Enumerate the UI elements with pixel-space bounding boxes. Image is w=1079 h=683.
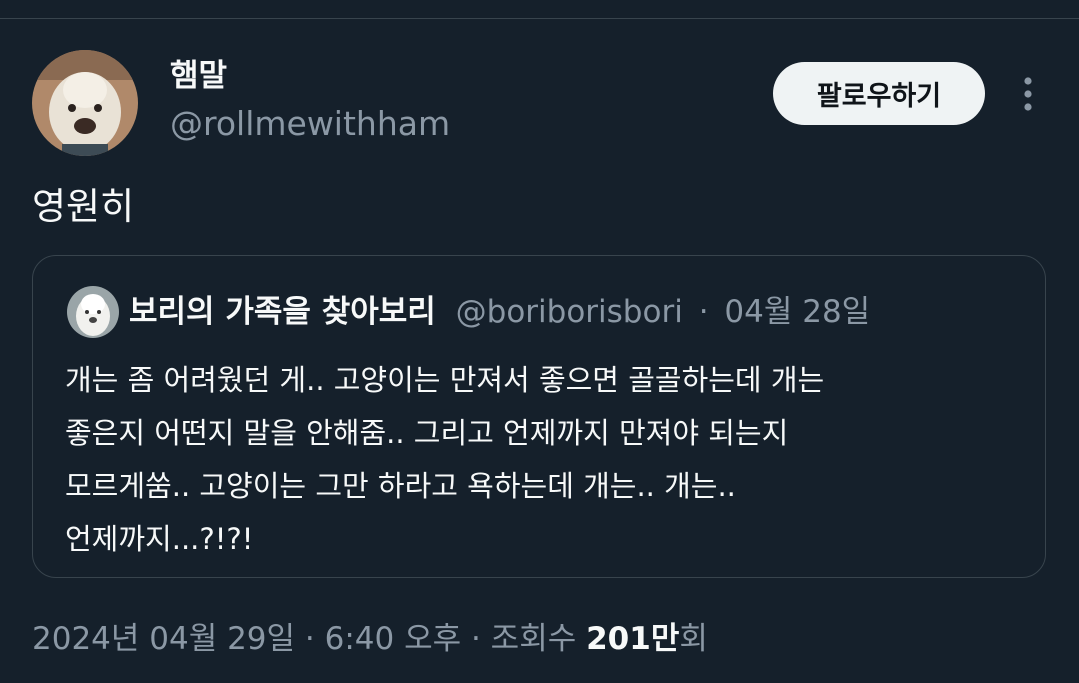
- author-avatar[interactable]: [32, 50, 138, 156]
- quoted-author-avatar[interactable]: [67, 286, 119, 338]
- quoted-tweet-line: 언제까지...?!?!: [65, 522, 254, 556]
- dog-avatar-image: [32, 50, 138, 156]
- quoted-tweet-line: 모르게쑴.. 고양이는 그만 하라고 욕하는데 개는.. 개는..: [65, 469, 736, 503]
- tweet-timestamp[interactable]: 2024년 04월 29일 · 6:40 오후 · 조회수: [32, 621, 586, 657]
- quoted-author-name[interactable]: 보리의 가족을 찾아보리: [129, 294, 436, 330]
- follow-button[interactable]: 팔로우하기: [773, 62, 985, 125]
- quoted-tweet-date[interactable]: 04월 28일: [724, 294, 870, 330]
- more-vertical-icon: [1024, 77, 1032, 111]
- quoted-tweet-card[interactable]: 보리의 가족을 찾아보리 @boriborisbori · 04월 28일 개는…: [32, 255, 1046, 578]
- quoted-tweet-text: 개는 좀 어려웠던 게.. 고양이는 만져서 좋으면 골골하는데 개는 좋은지 …: [65, 354, 1005, 566]
- author-display-name[interactable]: 햄말: [170, 58, 227, 94]
- meta-separator: ·: [698, 294, 709, 330]
- author-handle[interactable]: @rollmewithham: [170, 104, 450, 144]
- tweet-footer-meta: 2024년 04월 29일 · 6:40 오후 · 조회수 201만회: [32, 617, 708, 661]
- more-button[interactable]: [1008, 72, 1048, 116]
- quoted-tweet-meta: 보리의 가족을 찾아보리 @boriborisbori · 04월 28일: [129, 292, 870, 332]
- white-dog-avatar-image: [67, 286, 119, 338]
- quoted-tweet-line: 좋은지 어떤지 말을 안해줌.. 그리고 언제까지 만져야 되는지: [65, 416, 789, 450]
- quoted-tweet-line: 개는 좀 어려웠던 게.. 고양이는 만져서 좋으면 골골하는데 개는: [65, 363, 825, 397]
- quoted-author-handle[interactable]: @boriborisbori: [456, 294, 683, 330]
- tweet-text: 영원히: [32, 185, 135, 228]
- views-suffix: 회: [679, 621, 708, 657]
- tweet-header: 햄말 @rollmewithham 팔로우하기: [0, 0, 1079, 160]
- views-count: 201만: [586, 621, 680, 657]
